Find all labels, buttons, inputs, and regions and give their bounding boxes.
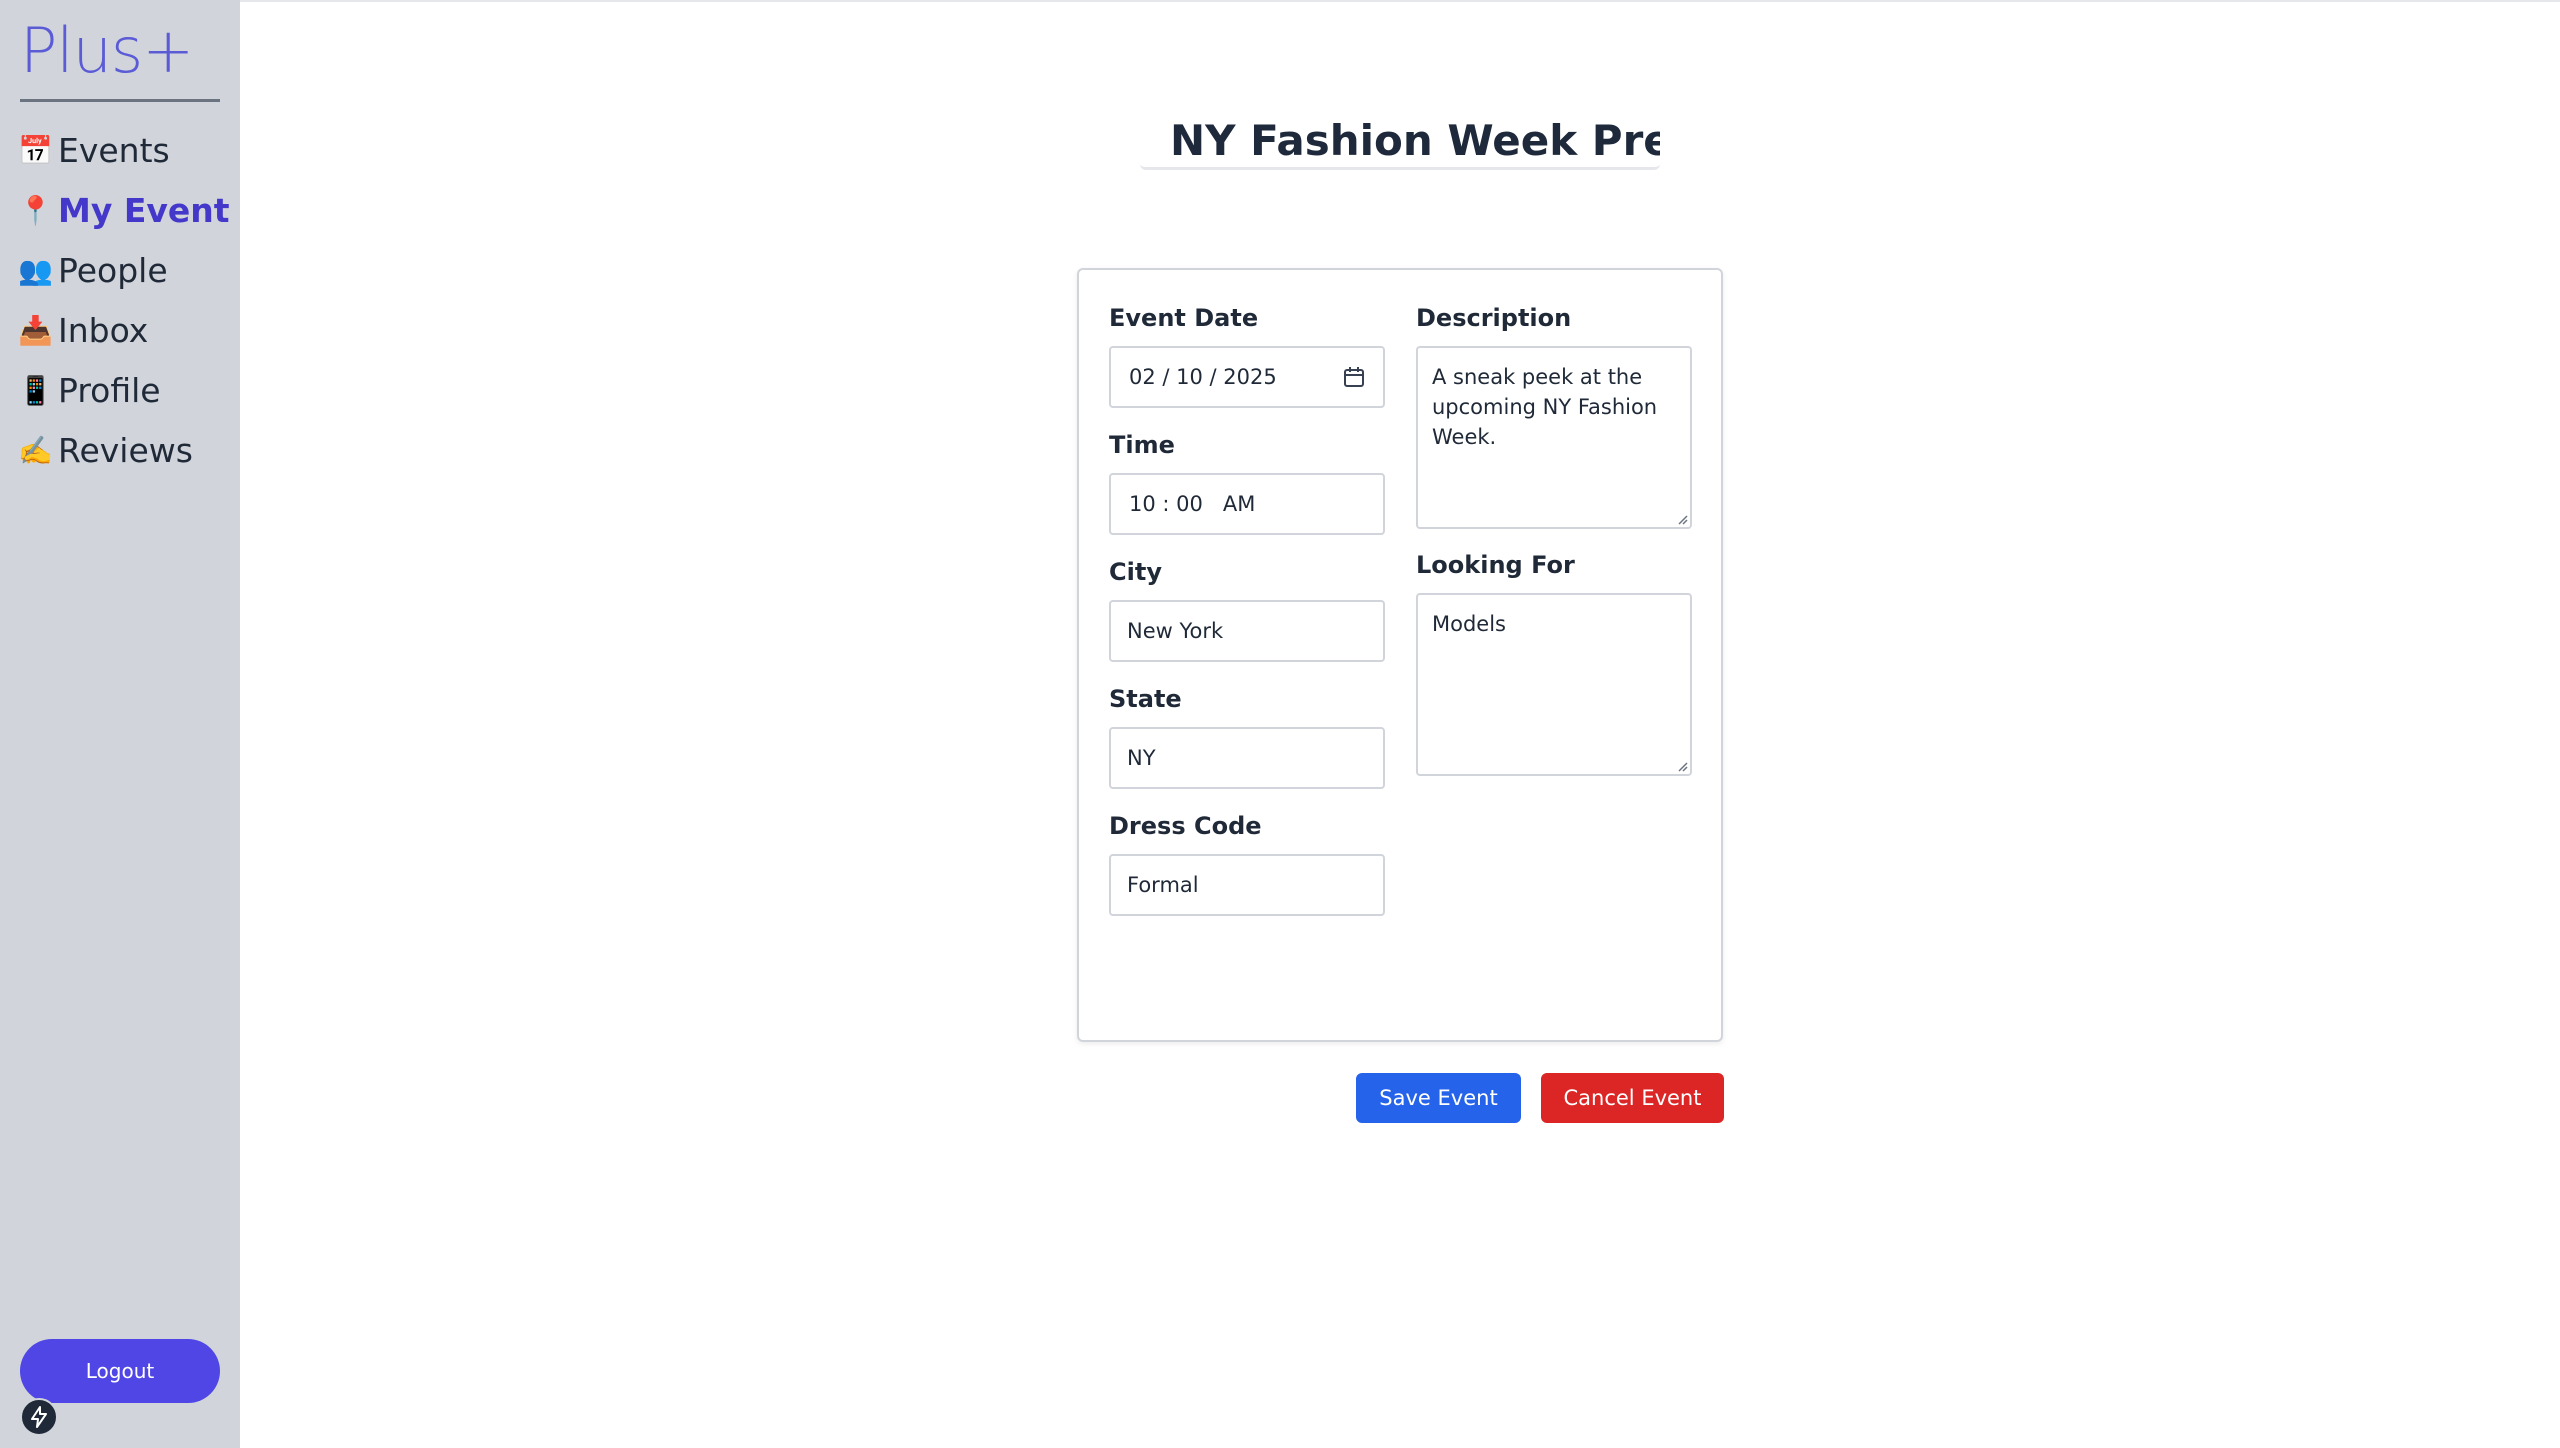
dress-code-value: Formal	[1127, 873, 1199, 897]
people-icon: 👥	[18, 253, 53, 287]
resize-handle-icon[interactable]	[1676, 513, 1688, 525]
logo-divider	[20, 99, 220, 102]
city-input[interactable]: New York	[1109, 600, 1385, 662]
sidebar-item-inbox[interactable]: 📥 Inbox	[18, 300, 230, 360]
save-event-button[interactable]: Save Event	[1356, 1073, 1521, 1123]
sidebar-item-label: People	[58, 250, 168, 290]
state-input[interactable]: NY	[1109, 727, 1385, 789]
event-date-input[interactable]: 02 / 10 / 2025	[1109, 346, 1385, 408]
dress-code-label: Dress Code	[1109, 812, 1262, 840]
pin-icon: 📍	[18, 193, 53, 227]
sidebar-nav: 📅 Events 📍 My Event 👥 People 📥 Inbox 📱 P…	[18, 120, 230, 480]
app-logo[interactable]: Plus+	[20, 14, 194, 87]
time-value: 10 : 00 AM	[1129, 492, 1256, 516]
dress-code-input[interactable]: Formal	[1109, 854, 1385, 916]
inbox-icon: 📥	[18, 313, 53, 347]
calendar-icon[interactable]	[1343, 366, 1365, 388]
event-title-field[interactable]: NY Fashion Week Preview	[1140, 112, 1660, 170]
description-textarea[interactable]: A sneak peek at the upcoming NY Fashion …	[1416, 346, 1692, 529]
resize-handle-icon[interactable]	[1676, 760, 1688, 772]
looking-for-textarea[interactable]: Models	[1416, 593, 1692, 776]
description-value: A sneak peek at the upcoming NY Fashion …	[1432, 365, 1658, 449]
top-divider	[0, 0, 2560, 2]
event-date-label: Event Date	[1109, 304, 1259, 332]
sidebar-item-events[interactable]: 📅 Events	[18, 120, 230, 180]
event-form-card: Event Date 02 / 10 / 2025 Time 10 : 00 A…	[1077, 268, 1723, 1042]
time-label: Time	[1109, 431, 1175, 459]
sidebar-item-label: Events	[58, 130, 170, 170]
calendar-icon: 📅	[18, 133, 53, 167]
time-input[interactable]: 10 : 00 AM	[1109, 473, 1385, 535]
state-value: NY	[1127, 746, 1156, 770]
sidebar: Plus+ 📅 Events 📍 My Event 👥 People 📥 Inb…	[0, 0, 240, 1448]
sidebar-item-my-event[interactable]: 📍 My Event	[18, 180, 230, 240]
event-title: NY Fashion Week Preview	[1170, 116, 1660, 165]
looking-for-label: Looking For	[1416, 551, 1575, 579]
sidebar-item-label: Profile	[58, 370, 161, 410]
sidebar-item-label: Inbox	[58, 310, 149, 350]
sidebar-item-people[interactable]: 👥 People	[18, 240, 230, 300]
logout-button[interactable]: Logout	[20, 1339, 220, 1403]
sidebar-item-reviews[interactable]: ✍️ Reviews	[18, 420, 230, 480]
bolt-icon-glyph	[31, 1406, 47, 1428]
state-label: State	[1109, 685, 1182, 713]
looking-for-value: Models	[1432, 612, 1506, 636]
sidebar-item-label: Reviews	[58, 430, 193, 470]
city-label: City	[1109, 558, 1162, 586]
sidebar-item-label: My Event	[58, 190, 230, 230]
sidebar-item-profile[interactable]: 📱 Profile	[18, 360, 230, 420]
description-label: Description	[1416, 304, 1572, 332]
writing-hand-icon: ✍️	[18, 433, 53, 467]
city-value: New York	[1127, 619, 1224, 643]
phone-icon: 📱	[18, 373, 53, 407]
cancel-event-button[interactable]: Cancel Event	[1541, 1073, 1724, 1123]
bolt-icon[interactable]	[20, 1398, 58, 1436]
event-date-value: 02 / 10 / 2025	[1129, 365, 1277, 389]
